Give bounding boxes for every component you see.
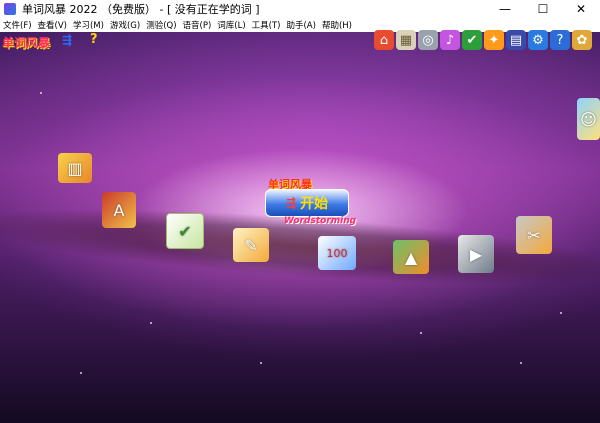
checklist-icon[interactable]: ✔ xyxy=(166,213,204,249)
notes-glyph: ✎ xyxy=(244,235,258,255)
title-bar: 单词风暴 2022 （免费版） - [ 没有正在学的词 ] — ☐ ✕ xyxy=(0,0,600,17)
menu-tools[interactable]: 工具(T) xyxy=(249,19,284,31)
menu-assistant[interactable]: 助手(A) xyxy=(283,19,318,31)
media-player-glyph: ▶ xyxy=(469,244,483,264)
top-toolbar: ⌂ ▦ ◎ ♪ ✔ ✦ ▤ ⚙ ? ✿ xyxy=(374,30,592,50)
disc-icon[interactable]: ◎ xyxy=(418,30,438,50)
window-controls: — ☐ ✕ xyxy=(486,0,600,17)
start-arrow-icon: ⇶ xyxy=(285,196,297,210)
chart-icon[interactable]: ▲ xyxy=(393,240,429,274)
star xyxy=(80,372,82,374)
bird-icon[interactable]: ✿ xyxy=(572,30,592,50)
logo-arrow-icon: ⇶ xyxy=(62,33,73,47)
star xyxy=(520,362,522,364)
music-icon[interactable]: ♪ xyxy=(440,30,460,50)
notes-icon[interactable]: ✎ xyxy=(233,228,269,262)
test-score-glyph: 100 xyxy=(326,246,348,260)
settings-icon[interactable]: ⚙ xyxy=(528,30,548,50)
menu-file[interactable]: 文件(F) xyxy=(0,19,35,31)
grid-icon[interactable]: ▦ xyxy=(396,30,416,50)
books-glyph: ▥ xyxy=(67,158,83,178)
books-icon[interactable]: ▥ xyxy=(58,153,92,183)
star xyxy=(560,312,562,314)
mascot-icon[interactable]: ☺ xyxy=(577,98,600,140)
star xyxy=(260,362,262,364)
star xyxy=(420,332,422,334)
close-button[interactable]: ✕ xyxy=(562,0,600,17)
maximize-button[interactable]: ☐ xyxy=(524,0,562,17)
tools-glyph: ✂ xyxy=(527,225,541,245)
shield-icon[interactable]: ✔ xyxy=(462,30,482,50)
start-button-label: 开始 xyxy=(300,196,329,212)
start-button[interactable]: ⇶ 开始 xyxy=(265,189,349,217)
star xyxy=(40,92,42,94)
menu-learn[interactable]: 学习(M) xyxy=(70,19,107,31)
menu-voice[interactable]: 语音(P) xyxy=(180,19,215,31)
star xyxy=(150,322,152,324)
menu-help[interactable]: 帮助(H) xyxy=(319,19,355,31)
checklist-glyph: ✔ xyxy=(178,221,192,241)
test-score-icon[interactable]: 100 xyxy=(318,236,356,270)
help-icon[interactable]: ? xyxy=(550,30,570,50)
menu-view[interactable]: 查看(V) xyxy=(35,19,70,31)
tools-icon[interactable]: ✂ xyxy=(516,216,552,254)
runner-icon[interactable]: ✦ xyxy=(484,30,504,50)
menu-quiz[interactable]: 测验(Q) xyxy=(143,19,179,31)
menu-game[interactable]: 游戏(G) xyxy=(107,19,143,31)
home-icon[interactable]: ⌂ xyxy=(374,30,394,50)
help-question-icon[interactable]: ? xyxy=(90,32,98,47)
app-icon xyxy=(4,2,16,15)
window-title: 单词风暴 2022 （免费版） - [ 没有正在学的词 ] xyxy=(22,2,260,16)
media-player-icon[interactable]: ▶ xyxy=(458,235,494,273)
document-icon[interactable]: ▤ xyxy=(506,30,526,50)
start-panel: 单词风暴 ⇶ 开始 Wordstorming xyxy=(265,177,356,232)
app-logo: 单词风暴 xyxy=(2,36,51,50)
dictionary-icon[interactable]: A xyxy=(102,192,136,228)
minimize-button[interactable]: — xyxy=(486,0,524,17)
chart-glyph: ▲ xyxy=(404,247,418,267)
wordstorming-label: Wordstorming xyxy=(284,216,357,226)
mascot-glyph: ☺ xyxy=(580,109,597,129)
menu-wordbank[interactable]: 词库(L) xyxy=(214,19,248,31)
dictionary-glyph: A xyxy=(113,200,125,220)
